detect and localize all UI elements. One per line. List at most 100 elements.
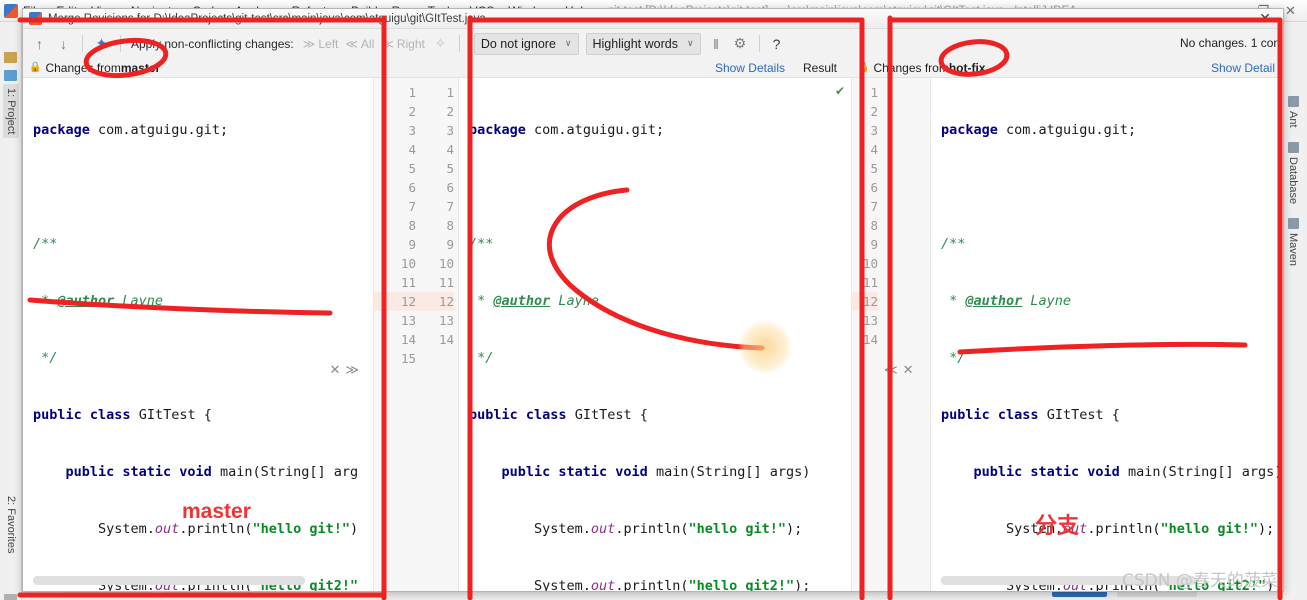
line-number: 8 [870,218,878,233]
line-number-conflict: 12 [416,292,454,311]
merge-toolbar: ↑ ↓ ✦ Apply non-conflicting changes: ≫ L… [23,29,1283,58]
result-label: Result [802,60,837,75]
line-number: 6 [870,180,878,195]
line-number: 4 [870,142,878,157]
left-code-block: package com.atguigu.git; /** * @author L… [23,78,373,591]
tool-tab-favorites[interactable]: 2: Favorites [3,492,19,557]
lock-icon: 🔒 [29,62,42,73]
code-line: System.out.println("hello git!"); [941,521,1275,537]
line-number: 8 [446,218,454,233]
next-difference-icon[interactable]: ↓ [55,36,72,52]
apply-change-right-icon[interactable]: ≫ [345,362,359,378]
right-pane-header: 🔒 Changes from hot-fix Show Detail [851,58,1283,77]
line-number: 3 [870,123,878,138]
apply-all-magic-icon[interactable]: ✦ [93,35,110,52]
line-number: 13 [438,313,454,328]
right-code-block: package com.atguigu.git; /** * @author L… [931,78,1283,591]
code-line: public class GItTest { [469,407,648,423]
right-horizontal-scrollbar[interactable] [941,576,1196,585]
line-number: 9 [870,237,878,252]
code-line: * @author Layne [941,293,1072,309]
line-number: 11 [862,275,878,290]
apply-right-button[interactable]: ≪ Right [381,37,425,51]
code-line: /** [33,236,58,252]
line-number: 13 [862,313,878,328]
line-number: 9 [446,237,454,252]
line-number: 11 [400,275,416,290]
left-tool-strip: 1: Project 2: Favorites [0,22,22,600]
toolbar-divider-1 [82,35,83,52]
show-details-link[interactable]: Show Details [715,61,785,75]
remove-change-icon[interactable]: ✕ [903,362,914,378]
remove-change-icon[interactable]: ✕ [329,362,340,378]
line-number: 4 [408,142,416,157]
code-line: /** [469,236,494,252]
magic-resolve-icon[interactable]: ✧ [432,35,449,52]
tool-tab-ant-label: Ant [1287,111,1299,128]
center-pane-header: Show Details Result [373,58,851,77]
line-number: 5 [408,161,416,176]
chevron-down-icon: ∨ [686,38,694,48]
tool-tab-database[interactable]: Database [1287,142,1299,204]
line-number: 9 [408,237,416,252]
right-pane-header-prefix: Changes from [873,60,949,75]
line-number: 5 [870,161,878,176]
help-icon[interactable]: ? [773,36,781,52]
tool-tab-favorites-label: 2: Favorites [5,496,17,554]
tool-tab-database-label: Database [1287,157,1299,205]
tool-tab-ant[interactable]: Ant [1287,96,1299,128]
tool-tab-maven[interactable]: Maven [1287,218,1299,266]
show-detail-link[interactable]: Show Detail [1211,61,1275,75]
line-number: 14 [400,332,416,347]
left-conflict-actions[interactable]: ✕ ≫ [329,362,359,378]
apply-right-label: Right [396,36,425,51]
center-code-block: package com.atguigu.git; /** * @author L… [459,78,851,591]
conflict-status-text: No changes. 1 conflic [1180,36,1280,50]
line-number: 7 [446,199,454,214]
apply-all-button[interactable]: ≪ All [345,37,374,51]
lock-icon: 🔒 [857,62,870,73]
line-number-conflict: 12 [374,292,416,311]
apply-change-left-icon[interactable]: ≪ [884,362,898,378]
line-number: 8 [408,218,416,233]
left-editor-pane[interactable]: package com.atguigu.git; /** * @author L… [23,77,373,591]
highlight-policy-combo[interactable]: Highlight words ∨ [585,32,701,55]
left-pane-header: 🔒 Changes from master [23,58,373,77]
apply-all-chevron-icon: ≪ [345,36,358,51]
line-number: 3 [446,123,454,138]
line-number: 6 [408,180,416,195]
code-line: public static void main(String[] args) [973,464,1283,480]
center-result-pane[interactable]: ✔ package com.atguigu.git; /** * @author… [459,77,851,591]
left-horizontal-scrollbar[interactable] [33,576,305,585]
pane-header-row: 🔒 Changes from master Show Details Resul… [23,58,1283,77]
folder-icon [4,52,17,63]
collapse-unchanged-icon[interactable]: ‖ [708,36,725,52]
previous-difference-icon[interactable]: ↑ [31,36,48,52]
code-line: System.out.println("hello git2!"); [469,578,811,591]
left-pane-header-prefix: Changes from [45,60,121,75]
gear-icon[interactable]: ⚙ [732,35,749,52]
merge-panes: package com.atguigu.git; /** * @author L… [23,77,1283,591]
line-number: 7 [870,199,878,214]
database-icon [1287,142,1299,153]
right-editor-pane[interactable]: package com.atguigu.git; /** * @author L… [931,77,1283,591]
tool-tab-project[interactable]: 1: Project [3,84,19,139]
dialog-close-button[interactable]: ✕ [1253,10,1277,27]
maven-icon [1287,218,1299,229]
tool-tab-maven-label: Maven [1287,233,1299,267]
center-gutter-numbers: 1 2 3 4 5 6 7 8 9 10 11 12 13 14 15 1 2 … [374,78,458,368]
line-number: 1 [870,85,878,100]
line-number: 13 [400,313,416,328]
ignore-policy-combo[interactable]: Do not ignore ∨ [473,32,579,55]
line-number: 15 [400,351,416,366]
close-icon[interactable]: ✕ [1284,3,1297,19]
right-tool-strip: Ant Database Maven [1281,22,1307,600]
code-line: * @author Layne [469,293,600,309]
line-number: 2 [446,104,454,119]
apply-left-button[interactable]: ≫ Left [303,37,339,51]
right-conflict-actions[interactable]: ≪ ✕ [884,362,914,378]
toolbar-divider-3 [458,35,460,52]
toolbar-divider-2 [120,35,121,52]
code-line: */ [469,350,494,366]
